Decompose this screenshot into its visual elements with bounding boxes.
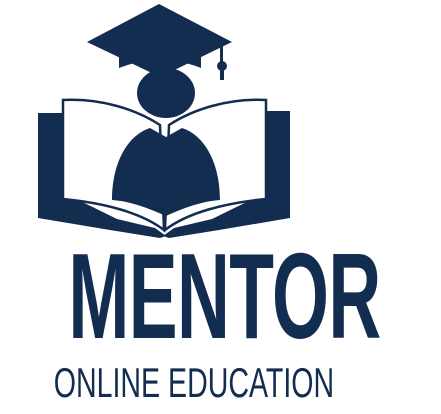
- tagline: ONLINE EDUCATION: [53, 359, 335, 406]
- graduation-cap-icon: [87, 4, 232, 80]
- tassel-end: [220, 68, 224, 80]
- brand-name: MENTOR: [68, 228, 381, 364]
- graduate-head: [137, 68, 195, 118]
- tassel-string: [220, 39, 223, 64]
